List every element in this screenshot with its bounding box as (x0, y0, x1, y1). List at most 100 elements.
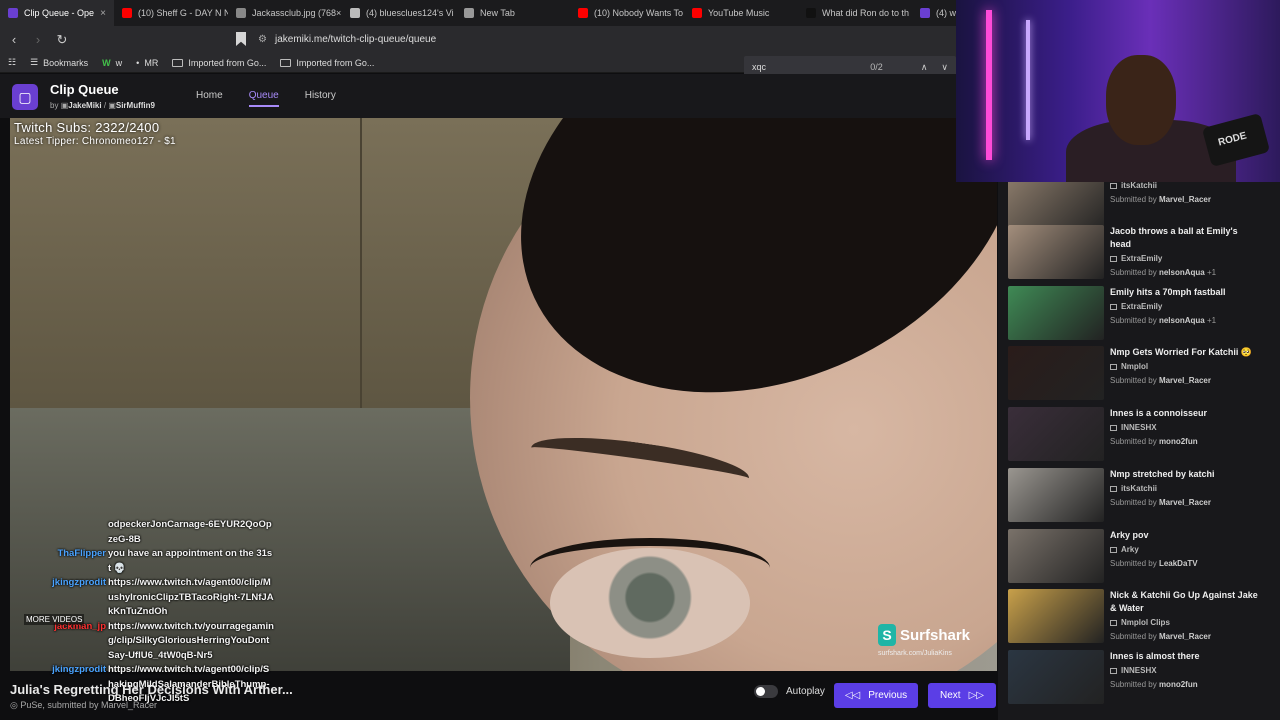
queue-item[interactable]: Nmp Gets Worried For Katchii 🥺 Nmplol Subm… (1008, 346, 1274, 402)
tab-label: New Tab (480, 8, 515, 18)
queue-item-title: Nick & Katchii Go Up Against Jake & Wate… (1110, 590, 1258, 613)
channel-name: Nmplol (1121, 362, 1149, 371)
channel-name: itsKatchii (1121, 484, 1158, 493)
queue-item-channel: Nmplol Clips (1110, 616, 1260, 629)
previous-label: Previous (868, 690, 908, 701)
tab-favicon-icon (122, 8, 132, 18)
browser-tab[interactable]: YouTube Music (684, 0, 798, 26)
tab-favicon-icon (920, 8, 930, 18)
queue-item-title: Innes is almost there (1110, 651, 1200, 661)
clip-queue-logo-icon[interactable]: ▢ (12, 84, 38, 110)
chat-message: jkingzprodit https://www.twitch.tv/agent0… (24, 576, 274, 620)
submitter-name: LeakDaTV (1158, 559, 1198, 568)
next-label: Next (940, 690, 961, 701)
channel-name: INNESHX (1121, 666, 1157, 675)
sponsor-overlay: S Surfshark (878, 624, 970, 646)
author-link[interactable]: JakeMiki (68, 101, 101, 110)
find-input[interactable]: xqc (752, 62, 766, 72)
app-byline: by ▣JakeMiki / ▣SirMuffin9 (50, 101, 155, 110)
queue-item-info: Emily hits a 70mph fastball ExtraEmily Sub… (1110, 286, 1260, 327)
submitter-name: Marvel_Racer (1158, 195, 1211, 204)
submitted-by-label: Submitted by (1110, 680, 1157, 689)
site-info-icon[interactable]: ⚙ (258, 34, 267, 45)
twitch-icon (1110, 363, 1117, 370)
chat-text: https://www.twitch.tv/yourragegaming/cli… (108, 620, 274, 661)
reload-icon[interactable]: ↻ (52, 30, 72, 50)
channel-name: ExtraEmily (1121, 254, 1163, 263)
bookmark-imported-1[interactable]: Imported from Go... (172, 58, 266, 68)
find-prev-icon[interactable]: ∧ (921, 62, 928, 73)
find-next-icon[interactable]: ∨ (941, 62, 948, 73)
folder-icon (280, 58, 292, 67)
address-bar[interactable]: ⚙ jakemiki.me/twitch-clip-queue/queue (258, 30, 958, 49)
tab-label: What did Ron do to th (822, 8, 910, 18)
submitter-extra-count: +1 (1206, 316, 1217, 325)
queue-item-info: Nick & Katchii Go Up Against Jake & Wate… (1110, 589, 1260, 643)
submitted-by-label: Submitted by (1110, 316, 1157, 325)
bookmark-w[interactable]: Ww (102, 58, 122, 68)
clip-thumbnail[interactable] (1008, 407, 1104, 461)
clip-thumbnail[interactable] (1008, 589, 1104, 643)
nav-home[interactable]: Home (196, 90, 223, 107)
bookmark-imported-2[interactable]: Imported from Go... (280, 58, 374, 68)
previous-button[interactable]: ◁◁ Previous (834, 683, 918, 708)
queue-item-title: Nmp stretched by katchi (1110, 469, 1215, 479)
clip-thumbnail[interactable] (1008, 225, 1104, 279)
w-icon: W (102, 57, 111, 68)
more-videos-label[interactable]: MORE VIDEOS (24, 614, 85, 625)
queue-item[interactable]: Jacob throws a ball at Emily's head Extra… (1008, 225, 1274, 281)
queue-item-info: itsKatchii Submitted by Marvel_Racer (1110, 178, 1260, 206)
bookmark-page-icon[interactable] (236, 32, 246, 46)
submitted-by-label: Submitted by (1110, 195, 1157, 204)
queue-item-channel: INNESHX (1110, 664, 1260, 677)
streamer-webcam: RODE (956, 0, 1280, 182)
author-link[interactable]: SirMuffin9 (116, 101, 155, 110)
browser-tab[interactable]: Jackassclub.jpg (768× (228, 0, 342, 26)
submitted-by-label: Submitted by (1110, 559, 1157, 568)
browser-tab[interactable]: (4) bluesclues124's Vi (342, 0, 456, 26)
bookmark-mr[interactable]: • MR (136, 58, 158, 68)
forward-icon[interactable]: › (28, 30, 48, 50)
queue-item[interactable]: Innes is a connoisseur INNESHX Submitted b… (1008, 407, 1274, 463)
queue-item[interactable]: Nick & Katchii Go Up Against Jake & Wate… (1008, 589, 1274, 645)
apps-grid-icon[interactable]: ☷ (8, 57, 16, 68)
clip-thumbnail[interactable] (1008, 468, 1104, 522)
autoplay-toggle[interactable] (754, 685, 778, 698)
by-prefix: by (50, 101, 59, 110)
queue-item-submitter: Submitted by mono2fun (1110, 435, 1260, 448)
back-icon[interactable]: ‹ (4, 30, 24, 50)
submitter-name: nelsonAqua (1158, 316, 1205, 325)
browser-tab[interactable]: What did Ron do to th (798, 0, 912, 26)
queue-item[interactable]: Emily hits a 70mph fastball ExtraEmily Sub… (1008, 286, 1274, 342)
browser-tab[interactable]: (10) Sheff G - DAY N N (114, 0, 228, 26)
twitch-icon: ▣ (108, 101, 116, 110)
bookmark-label: w (115, 57, 123, 68)
clip-thumbnail[interactable] (1008, 650, 1104, 704)
bookmark-bookmarks[interactable]: ☰ Bookmarks (30, 57, 88, 68)
app-title: Clip Queue (50, 82, 119, 97)
queue-item-submitter: Submitted by Marvel_Racer (1110, 193, 1260, 206)
queue-item-submitter: Submitted by Marvel_Racer (1110, 374, 1260, 387)
sponsor-name: Surfshark (900, 626, 971, 644)
queue-item-channel: itsKatchii (1110, 482, 1260, 495)
clip-channel[interactable]: PuSe (20, 700, 42, 710)
nav-queue[interactable]: Queue (248, 90, 279, 107)
queue-item[interactable]: Arky pov Arky Submitted by LeakDaTV (1008, 529, 1274, 585)
tab-close-icon[interactable]: × (100, 8, 106, 19)
tab-favicon-icon (806, 8, 816, 18)
queue-item[interactable]: Innes is almost there INNESHX Submitted by… (1008, 650, 1274, 706)
queue-item[interactable]: Nmp stretched by katchi itsKatchii Submitt… (1008, 468, 1274, 524)
clip-thumbnail[interactable] (1008, 178, 1104, 232)
browser-tab[interactable]: Clip Queue - Ope × (0, 0, 114, 26)
browser-tab[interactable]: New Tab (456, 0, 570, 26)
nav-history[interactable]: History (305, 90, 336, 107)
channel-name: itsKatchii (1121, 181, 1158, 190)
browser-tab[interactable]: (10) Nobody Wants To (570, 0, 684, 26)
chat-username: ThaFlipper (57, 548, 106, 559)
clip-thumbnail[interactable] (1008, 529, 1104, 583)
next-button[interactable]: Next ▷▷ (928, 683, 996, 708)
clip-thumbnail[interactable] (1008, 346, 1104, 400)
twitch-icon (1110, 424, 1117, 431)
clip-thumbnail[interactable] (1008, 286, 1104, 340)
previous-icon: ◁◁ (844, 690, 861, 701)
